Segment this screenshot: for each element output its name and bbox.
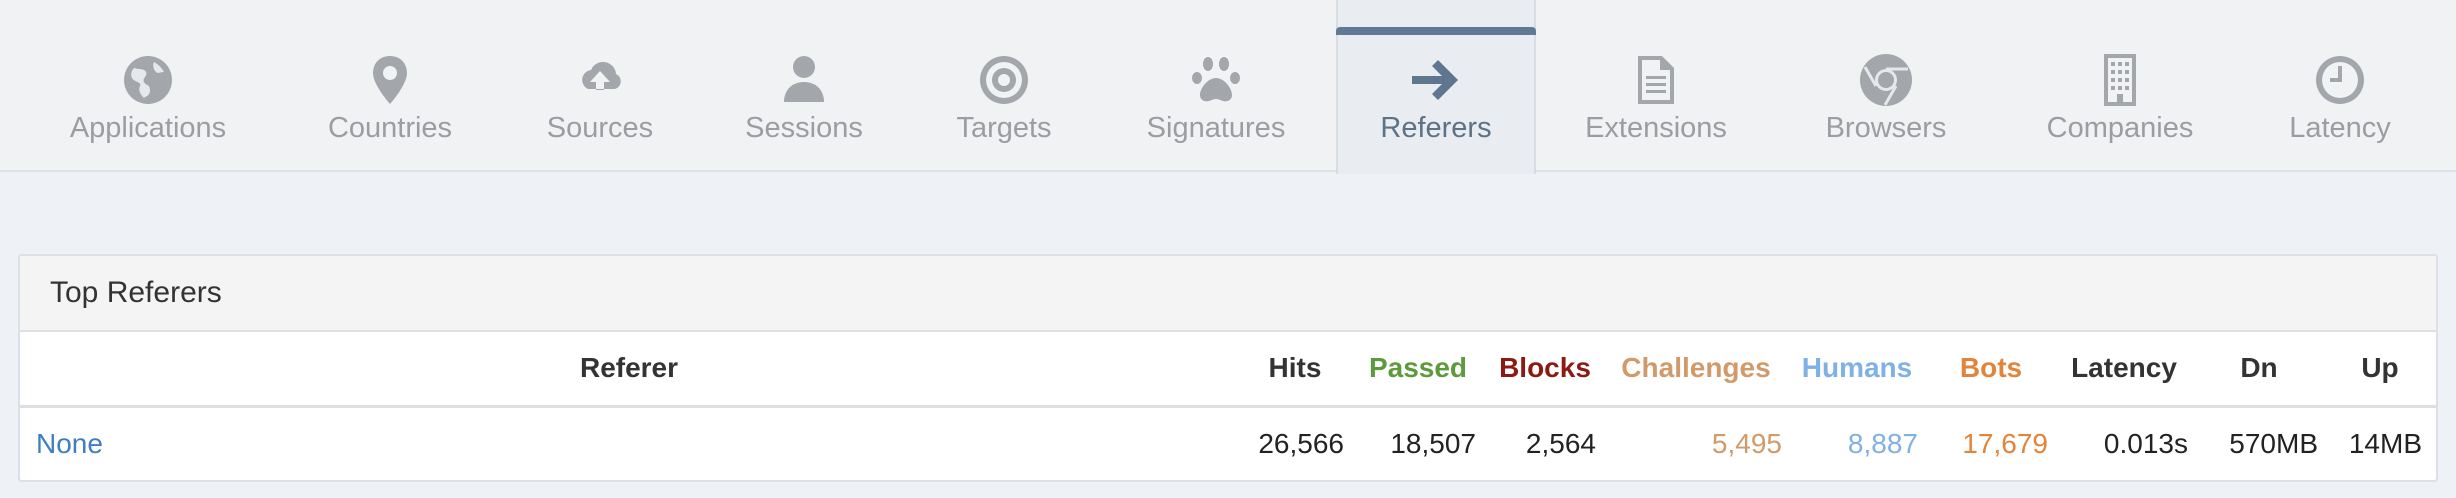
referers-table: Referer Hits Passed Blocks Challenges Hu… xyxy=(20,332,2436,480)
col-challenges[interactable]: Challenges xyxy=(1606,332,1786,408)
col-latency[interactable]: Latency xyxy=(2054,332,2194,408)
col-dn[interactable]: Dn xyxy=(2194,332,2324,408)
tab-browsers[interactable]: Browsers xyxy=(1810,0,1962,172)
tab-label: Latency xyxy=(2289,112,2391,144)
col-bots[interactable]: Bots xyxy=(1928,332,2054,408)
tab-signatures[interactable]: Signatures xyxy=(1136,0,1296,172)
tab-countries[interactable]: Countries xyxy=(300,0,480,172)
chrome-icon xyxy=(1856,50,1916,110)
tab-label: Sessions xyxy=(745,112,863,144)
cell-bots: 17,679 xyxy=(1962,427,2048,459)
tab-label: Sources xyxy=(546,112,654,144)
top-referers-panel: Top Referers Referer Hits Passed Blocks … xyxy=(18,254,2438,482)
col-hits[interactable]: Hits xyxy=(1238,332,1352,408)
tab-extensions[interactable]: Extensions xyxy=(1576,0,1736,172)
tab-applications[interactable]: Applications xyxy=(40,0,256,172)
cell-humans: 8,887 xyxy=(1847,427,1918,459)
tab-label: Extensions xyxy=(1585,112,1727,144)
col-referer[interactable]: Referer xyxy=(20,332,1238,408)
arrow-right-icon xyxy=(1406,50,1466,110)
map-pin-icon xyxy=(360,50,420,110)
clock-icon xyxy=(2310,50,2370,110)
tab-label: Companies xyxy=(2046,112,2194,144)
target-icon xyxy=(974,50,1034,110)
referer-link[interactable]: None xyxy=(20,406,1238,480)
col-humans[interactable]: Humans xyxy=(1786,332,1928,408)
cell-challenges: 5,495 xyxy=(1711,427,1782,459)
cell-passed: 18,507 xyxy=(1390,427,1476,459)
tab-sources[interactable]: Sources xyxy=(520,0,680,172)
cell-dn: 570MB xyxy=(2229,427,2318,459)
tab-label: Applications xyxy=(69,112,227,144)
tab-companies[interactable]: Companies xyxy=(2040,0,2200,172)
globe-icon xyxy=(118,50,178,110)
tab-label: Signatures xyxy=(1146,112,1286,144)
tab-label: Countries xyxy=(327,112,453,144)
table-row: None 26,566 18,507 2,564 5,495 8,887 17,… xyxy=(20,406,2436,480)
col-passed[interactable]: Passed xyxy=(1352,332,1484,408)
tab-targets[interactable]: Targets xyxy=(940,0,1068,172)
building-icon xyxy=(2090,50,2150,110)
tab-sessions[interactable]: Sessions xyxy=(726,0,882,172)
user-icon xyxy=(774,50,834,110)
cell-up: 14MB xyxy=(2348,427,2422,459)
col-up[interactable]: Up xyxy=(2324,332,2436,408)
panel-title: Top Referers xyxy=(20,256,2436,332)
tab-label: Referers xyxy=(1380,112,1492,144)
cloud-upload-icon xyxy=(570,50,630,110)
cell-hits: 26,566 xyxy=(1258,427,1344,459)
tab-label: Browsers xyxy=(1825,112,1947,144)
table-header-row: Referer Hits Passed Blocks Challenges Hu… xyxy=(20,332,2436,408)
cell-blocks: 2,564 xyxy=(1525,427,1596,459)
file-icon xyxy=(1626,50,1686,110)
paw-icon xyxy=(1186,50,1246,110)
cell-latency: 0.013s xyxy=(2103,427,2188,459)
tab-label: Targets xyxy=(956,112,1052,144)
tab-bar: Applications Countries Sources Sessions … xyxy=(0,0,2456,174)
col-blocks[interactable]: Blocks xyxy=(1484,332,1606,408)
tab-latency[interactable]: Latency xyxy=(2270,0,2410,172)
tab-referers[interactable]: Referers xyxy=(1336,0,1536,174)
